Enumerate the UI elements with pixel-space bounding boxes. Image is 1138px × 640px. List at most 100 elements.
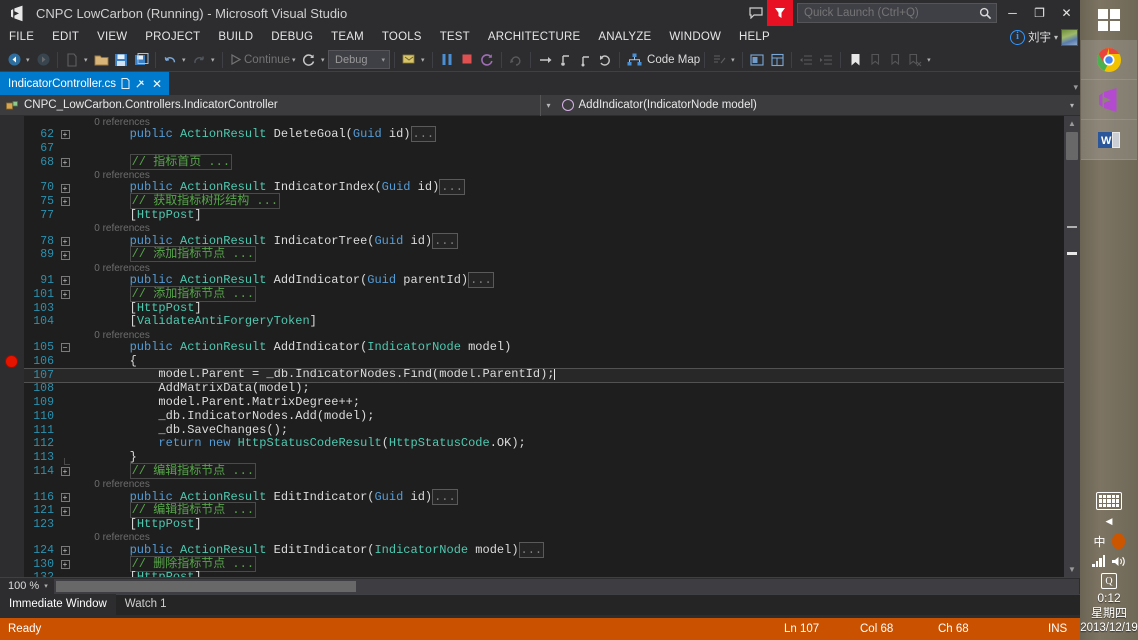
code-line[interactable]: 101 + // 添加指标节点 ... <box>24 285 1064 302</box>
code-line[interactable]: 123 [HttpPost] <box>24 517 1064 532</box>
code-line[interactable]: 111 _db.SaveChanges(); <box>24 423 1064 438</box>
code-line[interactable]: 62 + public ActionResult DeleteGoal(Guid … <box>24 126 1064 142</box>
properties-window-icon[interactable] <box>767 49 787 71</box>
outlining-control[interactable]: + <box>58 250 72 260</box>
menu-test[interactable]: TEST <box>431 26 479 48</box>
code-line[interactable]: 68 + // 指标首页 ... <box>24 153 1064 170</box>
outlining-control[interactable]: + <box>58 183 72 193</box>
open-file-icon[interactable] <box>91 49 111 71</box>
restart-caret-icon[interactable]: ▾ <box>319 56 328 64</box>
expand-icon[interactable]: + <box>60 130 70 140</box>
taskbar-visual-studio-icon[interactable] <box>1081 80 1137 120</box>
step-next-icon[interactable] <box>595 49 615 71</box>
menu-window[interactable]: WINDOW <box>660 26 730 48</box>
outlining-control[interactable]: + <box>58 276 72 286</box>
menu-team[interactable]: TEAM <box>322 26 373 48</box>
feedback-icon[interactable] <box>745 0 767 26</box>
tab-watch-1[interactable]: Watch 1 <box>116 594 176 615</box>
outlining-control[interactable]: − <box>58 343 72 353</box>
reference-count-label[interactable]: 0 references <box>72 330 150 341</box>
code-line[interactable]: 106 { <box>24 354 1064 369</box>
menu-help[interactable]: HELP <box>730 26 779 48</box>
outlining-control[interactable]: + <box>58 197 72 207</box>
reference-count-label[interactable]: 0 references <box>72 532 150 543</box>
collapse-icon[interactable]: − <box>60 343 70 353</box>
outlining-control[interactable]: + <box>58 290 72 300</box>
reference-count-label[interactable]: 0 references <box>72 263 150 274</box>
pin-icon[interactable] <box>133 76 147 90</box>
show-hidden-icons-chevron-icon[interactable]: ◀ <box>1106 516 1113 527</box>
decrease-indent-icon[interactable] <box>796 49 816 71</box>
quick-launch-input[interactable] <box>798 7 974 19</box>
breakpoint-gutter[interactable] <box>0 116 24 577</box>
menu-edit[interactable]: EDIT <box>43 26 88 48</box>
increase-indent-icon[interactable] <box>816 49 836 71</box>
code-line[interactable]: 75 + // 获取指标树形结构 ... <box>24 193 1064 209</box>
qq-icon[interactable] <box>1111 533 1125 549</box>
continue-button[interactable]: Continue <box>227 54 290 66</box>
redo-caret-icon[interactable]: ▾ <box>209 56 218 64</box>
tab-immediate-window[interactable]: Immediate Window <box>0 594 116 615</box>
code-line[interactable]: 105− public ActionResult AddIndicator(In… <box>24 340 1064 355</box>
bookmark-caret-icon[interactable]: ▾ <box>925 56 934 64</box>
next-bookmark-icon[interactable] <box>885 49 905 71</box>
scroll-down-arrow-icon[interactable]: ▼ <box>1064 562 1080 577</box>
code-text-area[interactable]: 0 references 62 + public ActionResult Dele… <box>24 116 1064 577</box>
comment-selection-icon[interactable] <box>709 49 729 71</box>
expand-icon[interactable]: + <box>60 250 70 260</box>
undo-caret-icon[interactable]: ▾ <box>180 56 189 64</box>
restart-icon[interactable] <box>299 49 319 71</box>
code-line[interactable]: 104 [ValidateAntiForgeryToken] <box>24 314 1064 329</box>
comment-caret-icon[interactable]: ▾ <box>729 56 738 64</box>
save-icon[interactable] <box>111 49 131 71</box>
attach-to-process-icon[interactable] <box>399 49 419 71</box>
new-project-icon[interactable] <box>62 49 82 71</box>
code-line[interactable]: 121 + // 编辑指标节点 ... <box>24 502 1064 519</box>
redo-icon[interactable] <box>189 49 209 71</box>
search-icon[interactable] <box>974 7 996 20</box>
restart-debugging-icon[interactable] <box>477 49 497 71</box>
menu-analyze[interactable]: ANALYZE <box>589 26 660 48</box>
code-line[interactable]: 110 _db.IndicatorNodes.Add(model); <box>24 409 1064 424</box>
attach-caret-icon[interactable]: ▾ <box>419 56 428 64</box>
expand-icon[interactable]: + <box>60 236 70 246</box>
expand-icon[interactable]: + <box>60 290 70 300</box>
tab-indicator-controller[interactable]: IndicatorController.cs ✕ <box>0 72 170 95</box>
restore-button[interactable]: ❐ <box>1026 0 1053 26</box>
code-editor[interactable]: 0 references 62 + public ActionResult Dele… <box>0 116 1080 577</box>
menu-view[interactable]: VIEW <box>88 26 136 48</box>
tab-overflow-chevron-icon[interactable]: ▾ <box>1073 82 1078 93</box>
outlining-control[interactable]: + <box>58 559 72 569</box>
expand-icon[interactable]: + <box>60 197 70 207</box>
scrollbar-thumb[interactable] <box>56 580 356 592</box>
code-line[interactable]: 103 [HttpPost] <box>24 301 1064 316</box>
menu-architecture[interactable]: ARCHITECTURE <box>479 26 590 48</box>
keyboard-icon[interactable] <box>1096 492 1122 510</box>
navigate-backward-icon[interactable] <box>4 49 24 71</box>
expand-icon[interactable]: + <box>60 467 70 477</box>
minimize-button[interactable]: ─ <box>999 0 1026 26</box>
toggle-bookmark-icon[interactable] <box>845 49 865 71</box>
code-map-label[interactable]: Code Map <box>644 54 700 66</box>
code-line[interactable]: 89 + // 添加指标节点 ... <box>24 246 1064 263</box>
outlining-control[interactable]: + <box>58 546 72 556</box>
account-name[interactable]: 刘宇 <box>1028 29 1051 45</box>
expand-icon[interactable]: + <box>60 276 70 286</box>
solution-explorer-icon[interactable] <box>747 49 767 71</box>
reference-count-label[interactable]: 0 references <box>72 223 150 234</box>
outlining-control[interactable]: + <box>58 492 72 502</box>
code-map-icon[interactable] <box>624 49 644 71</box>
volume-icon[interactable] <box>1111 555 1126 568</box>
expand-icon[interactable]: + <box>60 157 70 167</box>
taskbar-word-icon[interactable]: W <box>1081 120 1137 160</box>
chevron-down-icon[interactable]: ▾ <box>1070 101 1074 110</box>
signal-icon[interactable] <box>1092 555 1105 567</box>
menu-debug[interactable]: DEBUG <box>262 26 322 48</box>
menu-project[interactable]: PROJECT <box>136 26 209 48</box>
code-line[interactable]: 107 model.Parent = _db.IndicatorNodes.Fi… <box>24 367 1064 384</box>
type-dropdown[interactable]: CNPC_LowCarbon.Controllers.IndicatorCont… <box>0 95 540 116</box>
reference-count-label[interactable]: 0 references <box>72 479 150 490</box>
vertical-scrollbar[interactable]: ▲ ▼ <box>1064 116 1080 577</box>
expand-icon[interactable]: + <box>60 183 70 193</box>
expand-icon[interactable]: + <box>60 559 70 569</box>
